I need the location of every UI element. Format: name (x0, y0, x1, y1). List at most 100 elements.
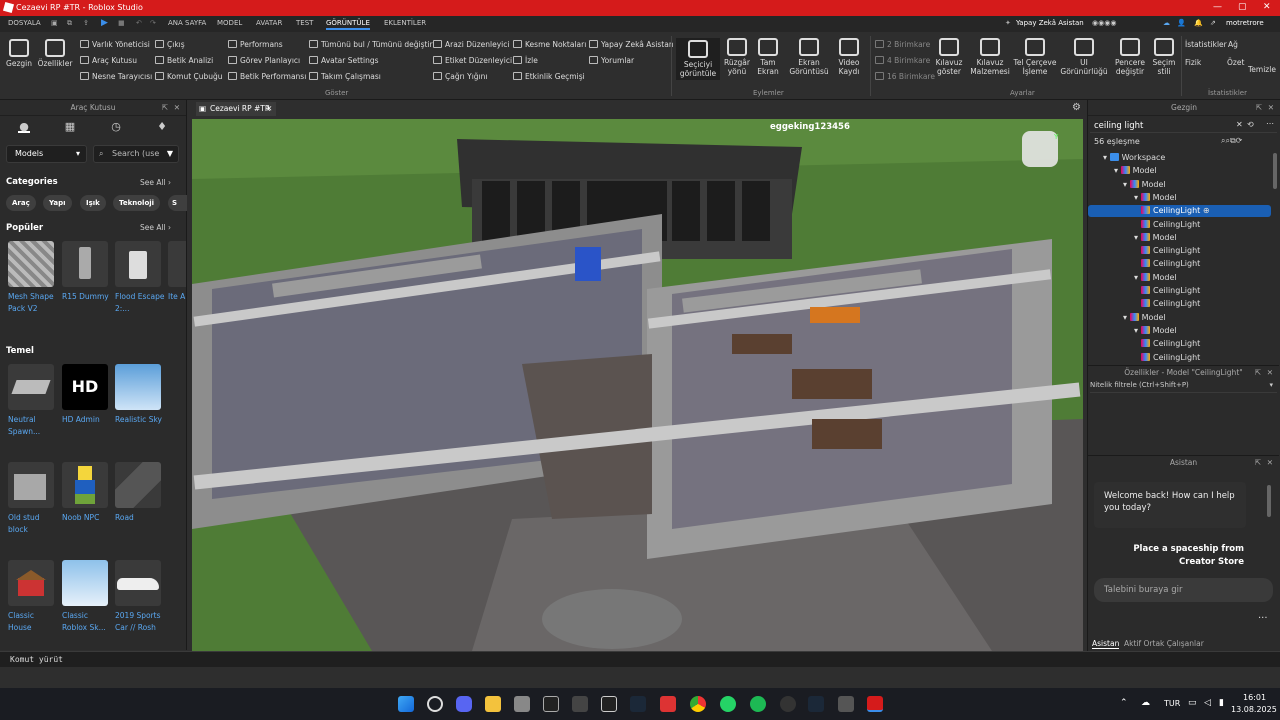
window-switch-button[interactable]: Pencere değiştir (1112, 38, 1148, 76)
performance-button[interactable]: Performans (228, 40, 283, 49)
network-icon[interactable]: ▭ (1188, 698, 1197, 708)
cloud-icon[interactable]: ☁ (1141, 698, 1150, 708)
roblox-player-icon[interactable] (838, 696, 854, 712)
menu-file[interactable]: DOSYALA (8, 19, 41, 27)
redo-icon[interactable]: ↷ (150, 19, 156, 27)
undock-icon[interactable]: ⇱ (1255, 366, 1261, 380)
history-icon[interactable]: ⟲ (1247, 120, 1254, 129)
expand-arrow-icon[interactable]: ▾ (1134, 193, 1141, 202)
discord-icon[interactable] (456, 696, 472, 712)
filter-icon[interactable]: ▼ (167, 146, 173, 162)
popular-see-all-link[interactable]: See All › (140, 223, 171, 232)
chrome-icon[interactable] (690, 696, 706, 712)
tree-item[interactable]: CeilingLight (1141, 259, 1200, 268)
category-chip[interactable]: S (168, 195, 187, 211)
toolbox-button[interactable]: Araç Kutusu (80, 56, 137, 65)
menu-avatar[interactable]: AVATAR (256, 19, 282, 27)
tree-item[interactable]: CeilingLight ⊕ (1141, 206, 1210, 215)
asset-card[interactable]: Classic House (8, 560, 58, 634)
categories-see-all-link[interactable]: See All › (140, 178, 171, 187)
physics-button[interactable]: Fizik (1185, 58, 1201, 67)
expand-arrow-icon[interactable]: ▾ (1134, 233, 1141, 242)
close-icon[interactable]: ✕ (174, 100, 180, 116)
gear-icon[interactable]: ⚙ (1072, 102, 1081, 113)
undo-icon[interactable]: ↶ (136, 19, 142, 27)
save-icon[interactable]: ▣ (51, 19, 58, 27)
assistant-input[interactable]: Talebini buraya gir (1094, 578, 1273, 602)
asset-card[interactable]: Road (115, 462, 165, 524)
wattpad-icon[interactable] (543, 696, 559, 712)
view-selector-button[interactable]: Seçiciyi görüntüle (676, 38, 720, 80)
search-icon[interactable] (427, 696, 443, 712)
battery-icon[interactable]: ▮ (1219, 698, 1224, 708)
command-bar-button[interactable]: Komut Çubuğu (155, 72, 223, 81)
more-options-icon[interactable]: ... (1258, 610, 1268, 621)
expand-arrow-icon[interactable]: ▾ (1134, 273, 1141, 282)
publish-icon[interactable]: ⇪ (83, 19, 89, 27)
close-icon[interactable]: ✕ (1267, 366, 1273, 380)
tree-item[interactable]: CeilingLight (1141, 246, 1200, 255)
clear-stats-button[interactable]: Temizle (1248, 65, 1276, 74)
expand-arrow-icon[interactable]: ▾ (1134, 326, 1141, 335)
username[interactable]: motretrore (1226, 19, 1264, 27)
menu-model[interactable]: MODEL (217, 19, 242, 27)
tree-item[interactable]: ▾ Model (1134, 272, 1177, 282)
steam-icon[interactable] (808, 696, 824, 712)
clock-time[interactable]: 16:01 (1243, 693, 1266, 702)
app-icon[interactable] (514, 696, 530, 712)
properties-filter-input[interactable]: Nitelik filtrele (Ctrl+Shift+P) ▾ (1090, 381, 1277, 393)
explorer-button[interactable]: Gezgin (4, 39, 34, 68)
asset-type-dropdown[interactable]: Models ▾ (6, 145, 87, 163)
minimize-icon[interactable]: — (1213, 2, 1222, 12)
tree-item[interactable]: CeilingLight (1141, 339, 1200, 348)
cloud-icon[interactable]: ☁ (1163, 19, 1170, 27)
language-indicator[interactable]: TUR (1164, 699, 1180, 708)
screenshot-button[interactable]: Ekran Görüntüsü (786, 38, 832, 76)
properties-button[interactable]: Özellikler (36, 39, 74, 68)
tree-item[interactable]: CeilingLight (1141, 352, 1200, 362)
asset-card[interactable]: Old stud block (8, 462, 58, 536)
toolbox-tab-recent-icon[interactable]: ◷ (110, 121, 122, 133)
tree-item[interactable]: ▾ Workspace (1103, 153, 1165, 162)
clear-icon[interactable]: ✕ (1236, 120, 1243, 129)
comments-button[interactable]: Yorumlar (589, 56, 634, 65)
asset-card[interactable]: Realistic Sky (115, 364, 165, 426)
tree-item[interactable]: ▾ Model (1134, 192, 1177, 202)
close-icon[interactable]: ✕ (1267, 456, 1273, 470)
collaborators-icon[interactable]: 👤 (1177, 19, 1186, 27)
roblox-studio-icon[interactable] (867, 696, 883, 712)
explorer-scrollbar[interactable] (1273, 153, 1277, 189)
windows-start-icon[interactable] (398, 696, 414, 712)
view-cube[interactable] (1022, 141, 1058, 177)
maximize-icon[interactable]: ▢ (1238, 2, 1247, 12)
grid-2-studs-button[interactable]: 2 Birimkare (875, 40, 930, 49)
menu-ai-assistant[interactable]: Yapay Zekâ Asistan (1016, 19, 1084, 27)
selection-style-button[interactable]: Seçim stili (1150, 38, 1178, 76)
summary-button[interactable]: Özet (1227, 58, 1244, 67)
expand-arrow-icon[interactable]: ▾ (1114, 166, 1121, 175)
avatar-settings-button[interactable]: Avatar Settings (309, 56, 379, 65)
show-grid-button[interactable]: Kılavuz göster (932, 38, 966, 76)
asset-card[interactable]: Ite A (168, 241, 186, 303)
tree-item[interactable]: CeilingLight (1141, 286, 1200, 295)
whatsapp-icon[interactable] (720, 696, 736, 712)
file-explorer-icon[interactable] (485, 696, 501, 712)
close-icon[interactable]: ✕ (1268, 100, 1274, 116)
tree-item[interactable]: CeilingLight (1141, 299, 1200, 308)
explorer-filter-input[interactable]: ceiling light ✕ ⟲ ⋯ (1090, 119, 1277, 133)
viewport-tab[interactable]: ▣ Cezaevi RP #TR ✕ (196, 102, 276, 116)
activity-history-button[interactable]: Etkinlik Geçmişi (513, 72, 585, 81)
volume-icon[interactable]: ◁ (1204, 698, 1211, 708)
stats-button[interactable]: İstatistikler (1185, 40, 1227, 49)
tab-collaborators[interactable]: Aktif Ortak Çalışanlar (1124, 639, 1204, 648)
app-icon[interactable] (660, 696, 676, 712)
network-button[interactable]: Ağ (1228, 40, 1238, 49)
ai-assistant-button[interactable]: Yapay Zekâ Asistan (589, 40, 674, 49)
wireframe-button[interactable]: Tel Çerçeve İşleme (1013, 38, 1057, 76)
asset-card[interactable]: R15 Dummy (62, 241, 112, 303)
clock-date[interactable]: 13.08.2025 (1231, 705, 1277, 714)
menu-home[interactable]: ANA SAYFA (168, 19, 206, 27)
grid-4-studs-button[interactable]: 4 Birimkare (875, 56, 930, 65)
asset-card[interactable]: Flood Escape 2:... (115, 241, 165, 315)
share-icon[interactable]: ⇗ (1210, 19, 1216, 27)
